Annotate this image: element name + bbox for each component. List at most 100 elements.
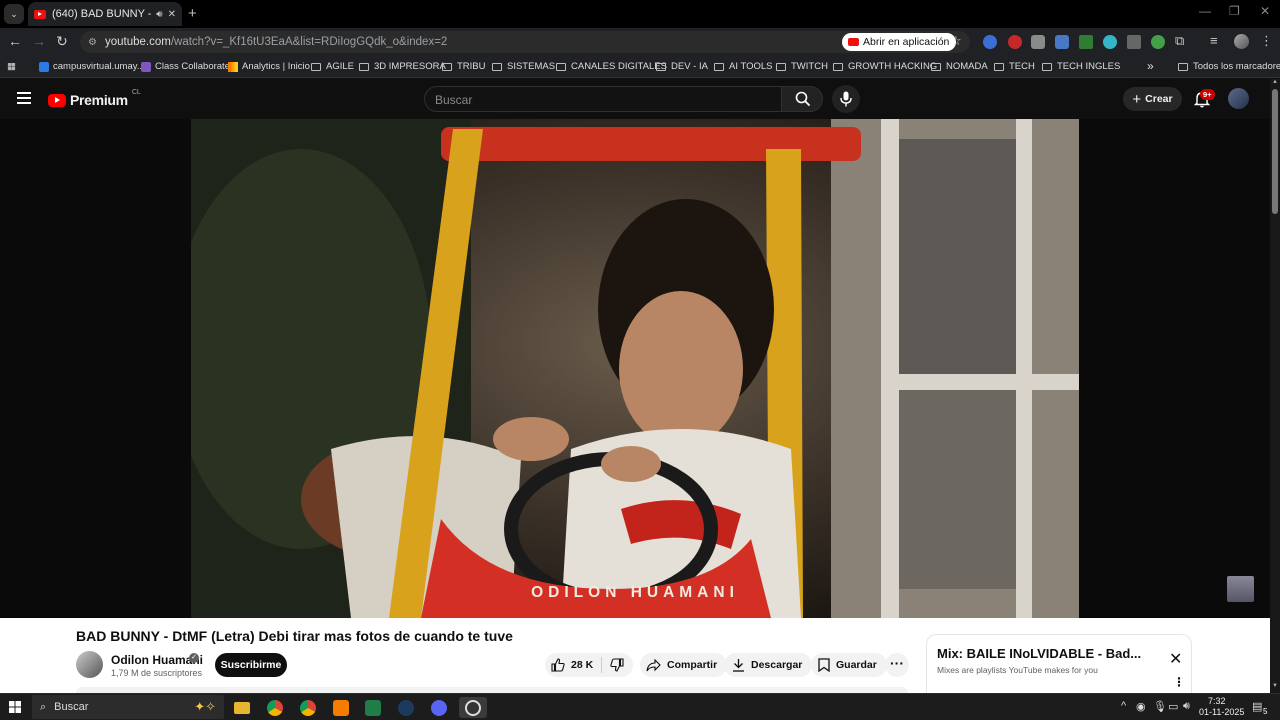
bookmark-folder[interactable]: DEV - IA <box>656 61 708 72</box>
like-count[interactable]: 28 K <box>571 659 593 671</box>
video-frame[interactable]: ODILON HUAMANI <box>191 119 1079 618</box>
windows-start-icon[interactable] <box>9 701 21 713</box>
tray-chevron-icon[interactable]: ^ <box>1121 700 1126 712</box>
bookmark-folder[interactable]: TECH <box>994 61 1035 72</box>
scroll-down-arrow-icon[interactable]: ▼ <box>1272 683 1278 689</box>
video-player[interactable]: ODILON HUAMANI <box>0 119 1270 618</box>
taskbar-search[interactable]: ⌕ Buscar ✦✧ <box>32 695 224 719</box>
search-input[interactable]: Buscar <box>424 86 782 112</box>
hamburger-menu-icon[interactable] <box>17 92 31 104</box>
bookmark-folder[interactable]: TECH INGLES <box>1042 61 1120 72</box>
youtube-premium-logo[interactable]: Premium CL <box>48 89 141 108</box>
reload-icon[interactable]: ↻ <box>53 33 71 50</box>
bookmark-folder[interactable]: NOMADA <box>931 61 988 72</box>
back-arrow-icon[interactable]: ← <box>6 33 24 49</box>
bookmark-item[interactable]: Analytics | Inicio <box>228 61 310 72</box>
steam-icon[interactable] <box>395 697 417 718</box>
mix-title[interactable]: Mix: BAILE INoLVIDABLE - Bad... <box>937 646 1141 661</box>
extension-icon[interactable] <box>1055 35 1069 49</box>
more-vertical-icon[interactable]: ⋮ <box>1173 675 1185 689</box>
create-button[interactable]: + Crear <box>1123 87 1182 111</box>
bookmark-folder[interactable]: AI TOOLS <box>714 61 772 72</box>
close-icon[interactable]: ✕ <box>168 9 176 20</box>
scrollbar-thumb[interactable] <box>1272 89 1278 214</box>
tab-list-button[interactable]: ⌄ <box>4 4 24 24</box>
extension-icon[interactable] <box>983 35 997 49</box>
scroll-up-arrow-icon[interactable]: ▲ <box>1272 79 1278 85</box>
thumbs-up-icon[interactable] <box>551 658 565 672</box>
minimize-button[interactable]: — <box>1199 4 1211 18</box>
close-icon[interactable]: ✕ <box>1169 649 1182 669</box>
download-extension-icon[interactable] <box>1079 35 1093 49</box>
page-scrollbar[interactable]: ▲ ▼ <box>1270 79 1280 693</box>
chrome-profile-icon[interactable] <box>297 697 319 718</box>
bookmark-folder[interactable]: 3D IMPRESORA <box>359 61 446 72</box>
extension-icon[interactable] <box>1151 35 1165 49</box>
bookmark-folder[interactable]: TRIBU <box>442 61 486 72</box>
download-button[interactable]: Descargar <box>724 653 813 677</box>
notification-count-badge: 9+ <box>1200 89 1215 100</box>
share-button[interactable]: Compartir <box>640 653 728 677</box>
bookmark-item[interactable]: campusvirtual.umay... <box>39 61 145 72</box>
speaker-icon[interactable]: 🔊︎ <box>156 9 162 20</box>
folder-icon <box>311 62 321 71</box>
folder-icon <box>931 62 941 71</box>
extension-icon[interactable] <box>1008 35 1022 49</box>
browser-menu-icon[interactable]: ⋮ <box>1260 33 1273 49</box>
bookmark-folder[interactable]: SISTEMAS <box>492 61 555 72</box>
more-actions-button[interactable]: ··· <box>885 653 909 677</box>
youtube-header: Premium CL Buscar + Crear 9+ <box>0 79 1270 119</box>
all-bookmarks-folder[interactable]: Todos los marcadores <box>1178 61 1280 72</box>
puzzle-extensions-icon[interactable]: ⧉ <box>1175 33 1184 49</box>
youtube-favicon-icon <box>34 9 46 19</box>
create-label: Crear <box>1145 93 1173 105</box>
microphone-icon[interactable]: 🎙︎ <box>1153 700 1167 713</box>
download-label: Descargar <box>751 659 803 671</box>
bookmark-label: TWITCH <box>791 61 828 72</box>
notification-center-icon[interactable]: ▤ <box>1252 700 1262 713</box>
excel-icon[interactable] <box>362 697 384 718</box>
network-icon[interactable]: ▭ <box>1168 700 1178 713</box>
bookmark-folder[interactable]: AGILE <box>311 61 354 72</box>
browser-tab-active[interactable]: (640) BAD BUNNY - DtMF ( 🔊︎ ✕ <box>28 2 182 26</box>
bookmark-folder[interactable]: GROWTH HACKING <box>833 61 937 72</box>
bookmark-label: Analytics | Inicio <box>242 61 310 72</box>
maximize-button[interactable]: ❐ <box>1229 4 1240 18</box>
close-window-button[interactable]: ✕ <box>1260 4 1270 18</box>
save-button[interactable]: Guardar <box>811 653 887 677</box>
folder-icon <box>776 62 786 71</box>
active-app-icon[interactable] <box>459 697 487 718</box>
extension-icon[interactable] <box>1127 35 1141 49</box>
search-button[interactable] <box>781 86 823 112</box>
new-tab-button[interactable]: + <box>188 5 197 22</box>
media-control-icon[interactable]: ≡ <box>1210 33 1218 48</box>
taskbar-clock-date[interactable]: 01-11-2025 <box>1199 707 1244 717</box>
tray-app-icon[interactable]: ◉ <box>1136 700 1146 713</box>
file-explorer-icon[interactable] <box>231 697 253 718</box>
user-avatar[interactable] <box>1228 88 1249 109</box>
url-path: /watch?v=_Kf16tU3EaA&list=RDiIogGQdk_o&i… <box>170 36 448 48</box>
chrome-icon[interactable] <box>264 697 286 718</box>
apps-grid-icon[interactable]: ▦ <box>7 61 16 72</box>
bookmark-item[interactable]: Class Collaborate <box>141 61 230 72</box>
channel-watermark-thumbnail[interactable] <box>1227 576 1254 602</box>
subscribe-button[interactable]: Suscribirme <box>215 653 287 677</box>
extension-icon[interactable] <box>1103 35 1117 49</box>
forward-arrow-icon[interactable]: → <box>30 33 48 49</box>
camera-extension-icon[interactable] <box>1031 35 1045 49</box>
channel-avatar[interactable] <box>76 651 103 678</box>
voice-search-button[interactable] <box>832 85 860 113</box>
thumbs-down-icon[interactable] <box>610 658 624 672</box>
taskbar-clock-time[interactable]: 7:32 <box>1208 696 1226 706</box>
search-icon: ⌕ <box>40 700 47 713</box>
bookmark-folder[interactable]: CANALES DIGITALES <box>556 61 667 72</box>
site-info-icon[interactable]: ⚙ <box>88 37 97 48</box>
bookmark-folder[interactable]: TWITCH <box>776 61 828 72</box>
app-icon[interactable] <box>428 697 450 718</box>
bookmarks-overflow-button[interactable]: » <box>1147 59 1154 73</box>
volume-icon[interactable]: 🔊︎ <box>1183 700 1190 713</box>
address-bar[interactable]: ⚙ youtube.com/watch?v=_Kf16tU3EaA&list=R… <box>80 31 970 53</box>
profile-avatar-icon[interactable] <box>1234 34 1249 49</box>
sublime-text-icon[interactable] <box>330 697 352 718</box>
open-in-app-button[interactable]: Abrir en aplicación <box>842 33 957 51</box>
